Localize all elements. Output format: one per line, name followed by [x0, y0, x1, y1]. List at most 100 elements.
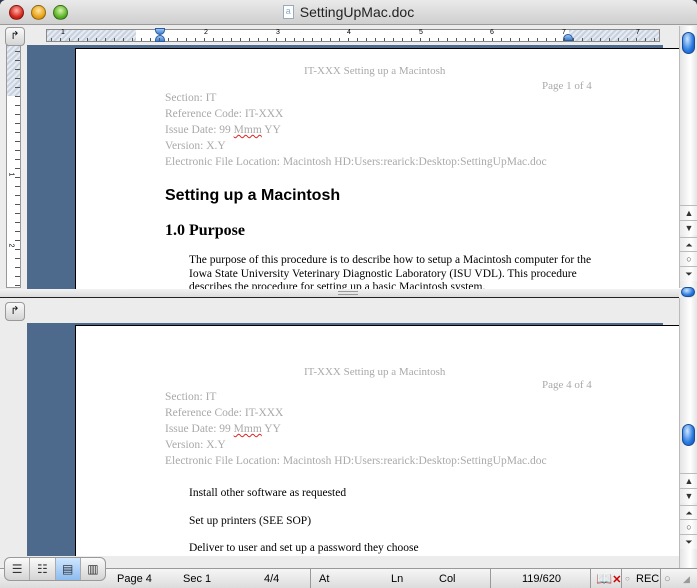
notebook-view-button[interactable]: ▥ [81, 558, 105, 580]
split-handle[interactable] [681, 287, 695, 297]
ruler-tick [294, 38, 295, 41]
ruler-tick [573, 38, 574, 41]
status-divider [621, 569, 622, 588]
ruler-tick [501, 38, 502, 41]
splitter-grip[interactable] [338, 291, 358, 295]
issue-date-prefix: Issue Date: 99 [165, 124, 234, 136]
ruler-tick [492, 38, 493, 41]
ruler-tick [15, 87, 20, 88]
tab-stop-selector-top[interactable]: ↱ [5, 27, 25, 46]
body-line: Set up printers (SEE SOP) [189, 515, 312, 527]
page-number-label: Page 4 of 4 [542, 379, 592, 391]
normal-view-icon: ☰ [11, 562, 23, 576]
select-browse-object-button[interactable]: ○ [680, 519, 697, 534]
ruler-tick [267, 38, 268, 41]
ruler-tick [564, 38, 565, 41]
ruler-tick [510, 38, 511, 41]
spelling-status-icon[interactable]: 📖✕ [596, 569, 621, 588]
ruler-number: 1 [61, 29, 65, 36]
ruler-tick [15, 186, 20, 187]
normal-view-button[interactable]: ☰ [5, 558, 31, 580]
ruler-tick [150, 38, 151, 41]
page-layout-view-button[interactable]: ▤ [55, 558, 81, 580]
ruler-tick [474, 38, 475, 41]
spelling-error[interactable]: Mmm [234, 423, 262, 435]
word-count[interactable]: 119/620 [522, 569, 561, 588]
outline-view-button[interactable]: ☷ [30, 558, 56, 580]
previous-page-button[interactable]: ⏶ [680, 237, 697, 252]
ruler-tick [69, 38, 70, 41]
previous-page-button[interactable]: ⏶ [680, 505, 697, 520]
ruler-tick [249, 38, 250, 41]
ruler-tick [15, 141, 20, 142]
ruler-tick [546, 38, 547, 41]
horizontal-ruler[interactable]: 1 2 3 4 5 6 7 7 [46, 28, 660, 42]
page-4[interactable]: IT-XXX Setting up a Macintosh Page 4 of … [75, 325, 685, 556]
window-title: SettingUpMac.doc [0, 4, 697, 20]
ruler-tick [519, 38, 520, 41]
ruler-tick [483, 38, 484, 41]
ruler-tick [15, 105, 20, 106]
scroll-thumb-bottom[interactable] [682, 424, 695, 446]
ruler-tick [312, 38, 313, 41]
vertical-scrollbar-top[interactable]: ▲ ▼ ⏶ ○ ⏷ [679, 26, 697, 288]
ruler-tick [627, 38, 628, 41]
spelling-error[interactable]: Mmm [234, 124, 262, 136]
ruler-tick [15, 132, 20, 133]
page-layout-view-icon: ▤ [61, 562, 74, 576]
left-indent-marker[interactable] [155, 35, 165, 42]
header-title: IT-XXX Setting up a Macintosh [304, 65, 446, 77]
ruler-tick [402, 38, 403, 41]
title-bar: SettingUpMac.doc [0, 0, 697, 25]
ruler-tick [339, 38, 340, 41]
ruler-tick [636, 38, 637, 41]
next-page-button[interactable]: ⏷ [680, 266, 697, 281]
ruler-tick [330, 38, 331, 41]
meta-version: Version: X.Y [165, 140, 226, 152]
ruler-tick [204, 38, 205, 41]
track-changes-indicator[interactable]: ○ [664, 569, 671, 588]
ruler-tick [321, 38, 322, 41]
vertical-scrollbar-bottom[interactable]: ▲ ▼ ⏶ ○ ⏷ [679, 298, 697, 568]
status-divider [660, 569, 661, 588]
first-line-indent-marker[interactable] [155, 28, 165, 35]
tab-stop-selector-bottom[interactable]: ↱ [5, 302, 25, 321]
macro-record-indicator[interactable]: REC [636, 569, 659, 588]
scroll-down-button[interactable]: ▼ [680, 220, 697, 235]
ruler-number: 6 [490, 29, 494, 36]
ruler-tick [186, 38, 187, 41]
ruler-tick [618, 38, 619, 41]
ruler-tick [15, 114, 20, 115]
ruler-tick [384, 38, 385, 41]
ruler-tick [258, 38, 259, 41]
body-paragraph: The purpose of this procedure is to desc… [189, 254, 592, 289]
scroll-thumb-top[interactable] [682, 32, 695, 54]
status-divider [310, 569, 311, 588]
resize-grip-icon[interactable]: ◢ [683, 569, 690, 588]
select-browse-object-button[interactable]: ○ [680, 251, 697, 266]
pane-splitter[interactable] [0, 289, 679, 298]
document-meta: Section: IT Reference Code: IT-XXX Issue… [165, 389, 547, 469]
issue-date-suffix: YY [261, 124, 281, 136]
status-at: At [319, 573, 330, 585]
page-number-label: Page 1 of 4 [542, 80, 592, 92]
ruler-tick [231, 38, 232, 41]
scroll-up-button[interactable]: ▲ [680, 205, 697, 220]
ruler-tick [87, 38, 88, 41]
document-pane-top: IT-XXX Setting up a Macintosh Page 1 of … [27, 45, 685, 289]
scroll-up-button[interactable]: ▲ [680, 473, 697, 488]
ruler-tick [465, 38, 466, 41]
page-1[interactable]: IT-XXX Setting up a Macintosh Page 1 of … [75, 48, 685, 289]
ruler-tick [411, 38, 412, 41]
ruler-number: 3 [276, 29, 280, 36]
scroll-down-button[interactable]: ▼ [680, 488, 697, 503]
view-buttons: ☰ ☷ ▤ ▥ [4, 557, 106, 581]
next-page-button[interactable]: ⏷ [680, 534, 697, 549]
meta-issue-date: Issue Date: 99 Mmm YY [165, 122, 547, 138]
vertical-ruler-top[interactable]: 1 2 [6, 45, 21, 288]
ruler-tick [15, 168, 20, 169]
issue-date-suffix: YY [261, 423, 281, 435]
tab-stop-icon: ↱ [10, 30, 20, 42]
ruler-tick [15, 177, 20, 178]
ruler-tick [15, 60, 20, 61]
